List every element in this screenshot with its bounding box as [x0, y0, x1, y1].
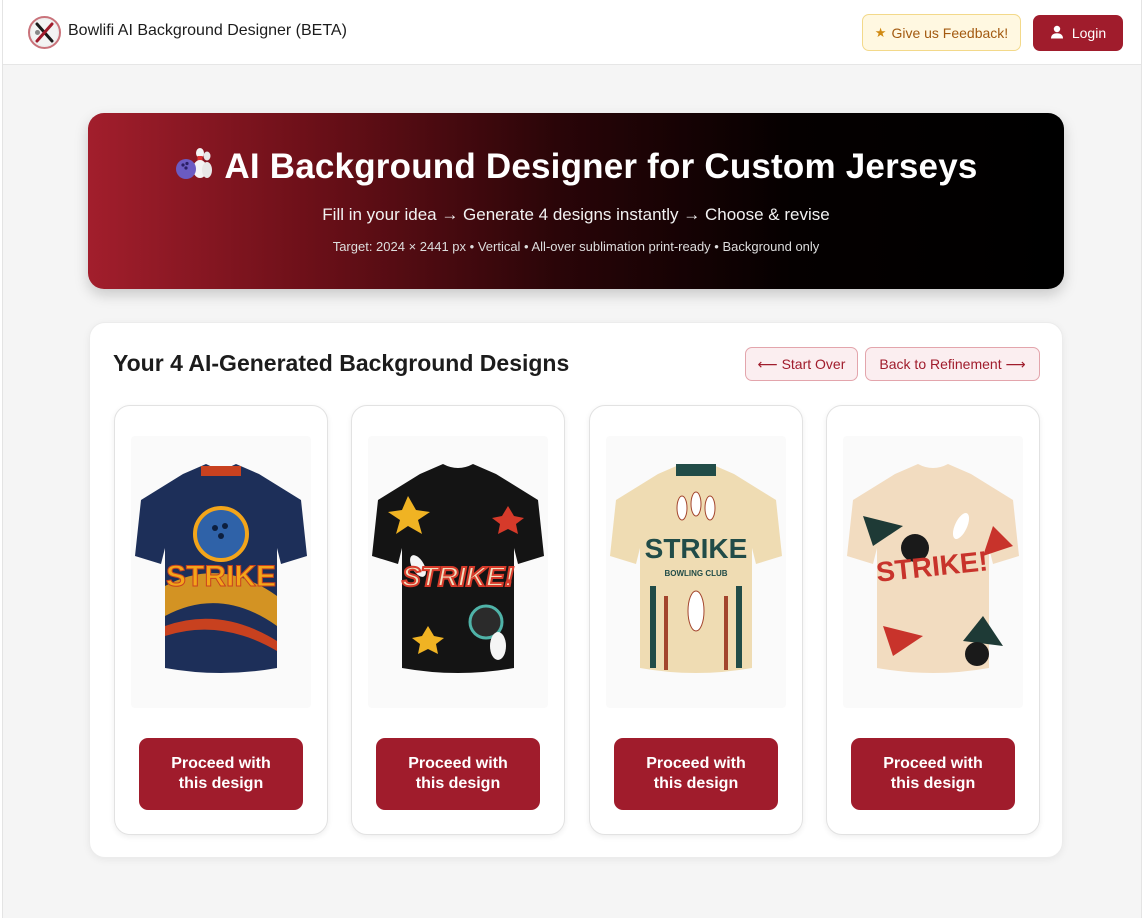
design-card-1: STRIKE Proceed with this design: [114, 405, 328, 835]
user-icon: [1050, 25, 1064, 42]
hero-subtitle: Fill in your idea → Generate 4 designs i…: [322, 205, 830, 224]
proceed-button-4[interactable]: Proceed with this design: [851, 738, 1015, 810]
jersey-preview-3[interactable]: STRIKE BOWLING CLUB: [606, 436, 786, 708]
app-title: Bowlifi AI Background Designer (BETA): [68, 22, 347, 39]
jersey-text-1: STRIKE: [166, 560, 276, 593]
jersey-subtext-3: BOWLING CLUB: [664, 569, 727, 578]
window-frame-left: [0, 0, 3, 918]
hero-target-spec: Target: 2024 × 2441 px • Vertical • All-…: [332, 239, 820, 254]
login-button[interactable]: Login: [1033, 15, 1123, 51]
bowling-logo-icon[interactable]: [28, 16, 61, 49]
jersey-text-3: STRIKE: [645, 533, 748, 564]
hero-title: AI Background Designer for Custom Jersey…: [224, 146, 978, 186]
login-label: Login: [1071, 25, 1107, 41]
design-card-3: STRIKE BOWLING CLUB Proceed with this de…: [589, 405, 803, 835]
hero-banner: AI Background Designer for Custom Jersey…: [88, 113, 1064, 289]
feedback-button[interactable]: ★ Give us Feedback!: [862, 14, 1021, 51]
back-to-refinement-button[interactable]: Back to Refinement ⟶: [865, 347, 1040, 381]
start-over-button[interactable]: ⟵ Start Over: [745, 347, 858, 381]
proceed-button-2[interactable]: Proceed with this design: [376, 738, 540, 810]
jersey-preview-4[interactable]: STRIKE!: [843, 436, 1023, 708]
star-icon: ★: [874, 24, 887, 40]
hero-heading: AI Background Designer for Custom Jersey…: [88, 144, 1064, 189]
results-title: Your 4 AI-Generated Background Designs: [113, 350, 570, 376]
jersey-text-2: STRIKE!: [402, 561, 514, 592]
feedback-label: Give us Feedback!: [891, 24, 1009, 41]
proceed-button-1[interactable]: Proceed with this design: [139, 738, 303, 810]
top-bar: Bowlifi AI Background Designer (BETA) ★ …: [3, 0, 1141, 65]
bowling-pins-icon: [174, 144, 213, 189]
results-panel: Your 4 AI-Generated Background Designs ⟵…: [89, 322, 1063, 858]
jersey-preview-2[interactable]: STRIKE!: [368, 436, 548, 708]
proceed-button-3[interactable]: Proceed with this design: [614, 738, 778, 810]
jersey-preview-1[interactable]: STRIKE: [131, 436, 311, 708]
design-card-4: STRIKE! Proceed with this design: [826, 405, 1040, 835]
design-card-2: STRIKE! Proceed with this design: [351, 405, 565, 835]
